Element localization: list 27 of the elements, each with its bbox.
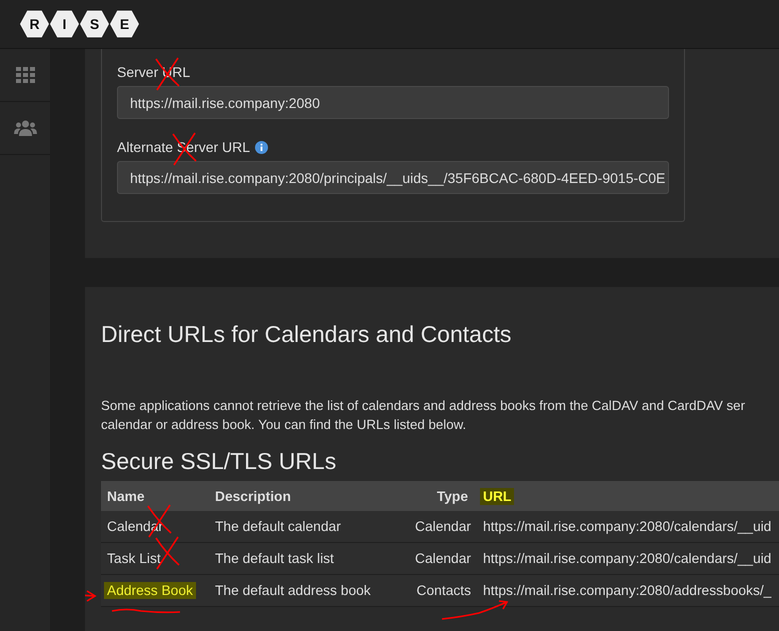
table-cell-text: Task List	[106, 550, 162, 567]
table-cell: The default task list	[215, 551, 334, 566]
logo-letter: R	[20, 10, 49, 38]
table-cell: https://mail.rise.company:2080/calendars/__uid	[483, 551, 772, 566]
info-icon[interactable]	[255, 140, 268, 154]
table-cell: Contacts	[416, 583, 471, 598]
table-cell: Calendar	[415, 519, 471, 534]
table-cell: Calendar	[415, 551, 471, 566]
table-cell: https://mail.rise.company:2080/calendars/__uid	[483, 519, 772, 534]
table-cell: Address Book	[104, 582, 196, 599]
column-header: URL	[480, 488, 514, 504]
subsection-title: Secure SSL/TLS URLs	[101, 448, 336, 475]
description-text: Some applications cannot retrieve the list of calendars and address books from the CalDAV and CardDAV ser calendar or address book. You can find the URLs listed below.	[101, 397, 745, 434]
column-header: Type	[436, 488, 469, 504]
table-cell: https://mail.rise.company:2080/addressbooks/_	[483, 583, 772, 598]
table-cell: The default calendar	[215, 519, 341, 534]
column-header: Description	[214, 488, 292, 504]
url-field[interactable]: https://mail.rise.company:2080	[117, 86, 669, 119]
section-title: Direct URLs for Calendars and Contacts	[101, 321, 512, 348]
users-icon[interactable]	[14, 120, 36, 136]
grid-icon[interactable]	[16, 67, 34, 83]
logo-letter: S	[80, 10, 109, 38]
url-field[interactable]: https://mail.rise.company:2080/principals/__uids__/35F6BCAC-680D-4EED-9015-C0E	[117, 161, 669, 194]
logo-letter: I	[50, 10, 79, 38]
table-cell: The default address book	[215, 583, 371, 598]
logo-letter: E	[110, 10, 139, 38]
column-header: Name	[106, 488, 146, 504]
